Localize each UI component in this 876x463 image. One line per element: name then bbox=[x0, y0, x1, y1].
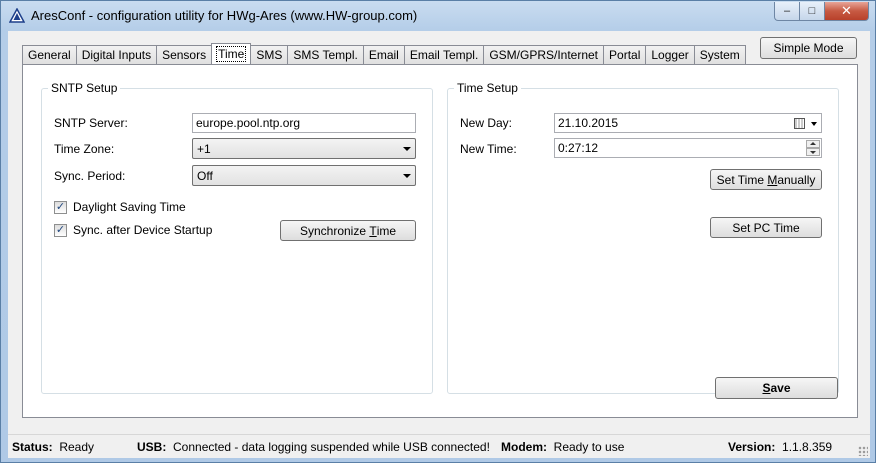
tab-system[interactable]: System bbox=[693, 45, 746, 64]
tab-label: Email bbox=[368, 48, 399, 62]
group-title: Time Setup bbox=[454, 81, 521, 95]
modem-label: Modem: bbox=[501, 440, 547, 454]
usb-label: USB: bbox=[137, 440, 167, 454]
close-button[interactable]: ✕ bbox=[825, 2, 869, 21]
spin-arrows-icon[interactable] bbox=[806, 140, 820, 156]
app-icon bbox=[9, 8, 25, 23]
chevron-down-icon[interactable] bbox=[811, 122, 817, 126]
checkmark-icon: ✓ bbox=[54, 223, 67, 237]
button-text: anually bbox=[777, 172, 816, 187]
button-accel: T bbox=[369, 223, 377, 238]
button-accel: M bbox=[767, 172, 778, 187]
tab-label: Digital Inputs bbox=[81, 48, 152, 62]
new-time-value: 0:27:12 bbox=[558, 141, 599, 155]
sntp-server-label: SNTP Server: bbox=[54, 116, 128, 130]
new-day-label: New Day: bbox=[460, 116, 513, 130]
tab-email-templ[interactable]: Email Templ. bbox=[403, 45, 485, 64]
version-value: 1.1.8.359 bbox=[782, 440, 833, 454]
version-field: Version: 1.1.8.359 bbox=[728, 440, 832, 454]
synchronize-time-button[interactable]: Synchronize Time bbox=[280, 220, 416, 241]
tab-gsm-gprs-internet[interactable]: GSM/GPRS/Internet bbox=[483, 45, 605, 64]
tab-sensors[interactable]: Sensors bbox=[156, 45, 213, 64]
calendar-icon[interactable] bbox=[794, 118, 805, 129]
tab-strip: General Digital Inputs Sensors Time SMS … bbox=[22, 43, 746, 64]
daylight-saving-checkbox[interactable]: ✓ Daylight Saving Time bbox=[54, 200, 186, 214]
version-label: Version: bbox=[728, 440, 776, 454]
tab-panel-time: SNTP Setup SNTP Server: europe.pool.ntp.… bbox=[22, 64, 858, 418]
time-zone-label: Time Zone: bbox=[54, 142, 115, 156]
time-setup-group: Time Setup New Day: 21.10.2015 New Time:… bbox=[447, 81, 839, 394]
tab-label: GSM/GPRS/Internet bbox=[489, 48, 599, 62]
daylight-saving-label: Daylight Saving Time bbox=[73, 200, 186, 214]
tab-label: SMS bbox=[256, 48, 283, 62]
client-area: Simple Mode General Digital Inputs Senso… bbox=[8, 31, 870, 458]
spin-down-icon[interactable] bbox=[806, 148, 820, 156]
minimize-button[interactable]: – bbox=[774, 2, 800, 21]
status-value: Ready bbox=[59, 440, 95, 454]
new-day-date-picker[interactable]: 21.10.2015 bbox=[554, 113, 822, 133]
sync-period-select[interactable]: Off bbox=[192, 165, 416, 186]
sync-after-startup-label: Sync. after Device Startup bbox=[73, 223, 213, 237]
tab-time[interactable]: Time bbox=[211, 43, 252, 64]
window-title: AresConf - configuration utility for HWg… bbox=[31, 8, 418, 23]
tab-logger[interactable]: Logger bbox=[645, 45, 695, 64]
chevron-down-icon bbox=[403, 174, 411, 178]
sync-period-label: Sync. Period: bbox=[54, 169, 126, 183]
checkmark-icon: ✓ bbox=[54, 200, 67, 214]
button-accel: S bbox=[762, 381, 771, 395]
status-field: Status: Ready bbox=[12, 440, 94, 454]
tab-digital-inputs[interactable]: Digital Inputs bbox=[75, 45, 158, 64]
sntp-server-input[interactable]: europe.pool.ntp.org bbox=[192, 113, 416, 133]
app-window: AresConf - configuration utility for HWg… bbox=[0, 0, 876, 463]
tab-sms[interactable]: SMS bbox=[250, 45, 289, 64]
tab-label: Email Templ. bbox=[409, 48, 479, 62]
tab-portal[interactable]: Portal bbox=[603, 45, 647, 64]
status-bar: Status: Ready USB: Connected - data logg… bbox=[8, 434, 870, 458]
tab-label: Time bbox=[216, 46, 247, 62]
set-time-manually-button[interactable]: Set Time Manually bbox=[710, 169, 822, 190]
usb-field: USB: Connected - data logging suspended … bbox=[137, 440, 490, 454]
modem-field: Modem: Ready to use bbox=[501, 440, 624, 454]
tab-general[interactable]: General bbox=[22, 45, 77, 64]
set-pc-time-button[interactable]: Set PC Time bbox=[710, 217, 822, 238]
button-text: ime bbox=[376, 223, 397, 238]
new-day-value: 21.10.2015 bbox=[558, 116, 619, 130]
tab-label: Logger bbox=[651, 48, 689, 62]
chevron-down-icon bbox=[403, 147, 411, 151]
resize-grip-icon[interactable] bbox=[858, 446, 868, 456]
usb-value: Connected - data logging suspended while… bbox=[173, 440, 490, 454]
tab-label: Portal bbox=[609, 48, 641, 62]
new-time-label: New Time: bbox=[460, 142, 517, 156]
group-title: SNTP Setup bbox=[48, 81, 121, 95]
new-time-input[interactable]: 0:27:12 bbox=[554, 138, 822, 158]
sync-after-startup-checkbox[interactable]: ✓ Sync. after Device Startup bbox=[54, 223, 212, 237]
tab-email[interactable]: Email bbox=[362, 45, 405, 64]
tab-label: System bbox=[699, 48, 740, 62]
button-text: Synchronize bbox=[299, 223, 370, 238]
time-zone-select[interactable]: +1 bbox=[192, 138, 416, 159]
tab-label: Sensors bbox=[162, 48, 207, 62]
maximize-button[interactable]: □ bbox=[800, 2, 825, 21]
modem-value: Ready to use bbox=[553, 440, 625, 454]
spin-up-icon[interactable] bbox=[806, 140, 820, 148]
tab-sms-templ[interactable]: SMS Templ. bbox=[287, 45, 364, 64]
tab-label: SMS Templ. bbox=[293, 48, 358, 62]
title-bar[interactable]: AresConf - configuration utility for HWg… bbox=[1, 1, 875, 31]
save-button[interactable]: Save bbox=[715, 377, 838, 399]
window-controls: – □ ✕ bbox=[774, 2, 869, 21]
button-text: Set Time bbox=[716, 172, 768, 187]
sntp-setup-group: SNTP Setup SNTP Server: europe.pool.ntp.… bbox=[41, 81, 433, 394]
tab-label: General bbox=[28, 48, 71, 62]
time-zone-value: +1 bbox=[197, 142, 211, 156]
status-label: Status: bbox=[12, 440, 53, 454]
button-text: ave bbox=[770, 381, 791, 395]
sync-period-value: Off bbox=[197, 169, 213, 183]
simple-mode-button[interactable]: Simple Mode bbox=[760, 37, 857, 59]
